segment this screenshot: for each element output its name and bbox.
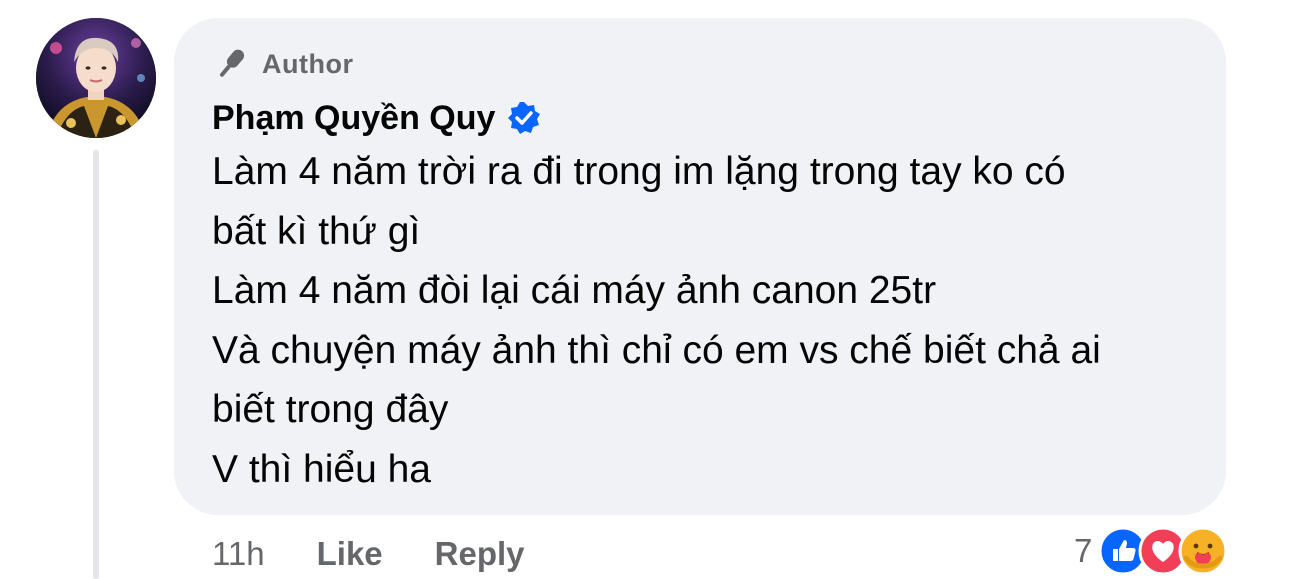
author-badge: Author xyxy=(212,44,353,84)
microphone-icon xyxy=(220,49,245,77)
reaction-summary[interactable]: 7 xyxy=(1074,522,1228,579)
timestamp[interactable]: 11h xyxy=(212,535,265,573)
comment-line: biết trong đây xyxy=(212,388,449,431)
comment-text: Làm 4 năm trời ra đi trong im lặng trong… xyxy=(212,142,1212,499)
comment-actions: 11h Like Reply xyxy=(212,528,577,579)
author-badge-label: Author xyxy=(262,48,354,79)
comment-line: Làm 4 năm trời ra đi trong im lặng trong… xyxy=(212,150,1066,193)
thread-line xyxy=(93,150,99,579)
author-name[interactable]: Phạm Quyền Quy xyxy=(212,99,495,138)
comment-line: bất kì thứ gì xyxy=(212,209,421,253)
care-reaction-icon xyxy=(1178,526,1228,576)
like-button[interactable]: Like xyxy=(317,535,383,573)
comment-line: Và chuyện máy ảnh thì chỉ có em vs chế b… xyxy=(212,328,1101,372)
comment-line: V thì hiểu ha xyxy=(212,447,431,491)
comment-container: Author Phạm Quyền Quy Làm 4 năm trời ra … xyxy=(0,0,1290,579)
verified-badge-icon xyxy=(508,102,541,134)
avatar[interactable] xyxy=(36,18,156,138)
comment-line: Làm 4 năm đòi lại cái máy ảnh canon 25tr xyxy=(212,269,937,312)
reaction-count: 7 xyxy=(1074,532,1093,569)
reply-button[interactable]: Reply xyxy=(435,535,525,573)
author-row: Phạm Quyền Quy xyxy=(212,96,541,140)
